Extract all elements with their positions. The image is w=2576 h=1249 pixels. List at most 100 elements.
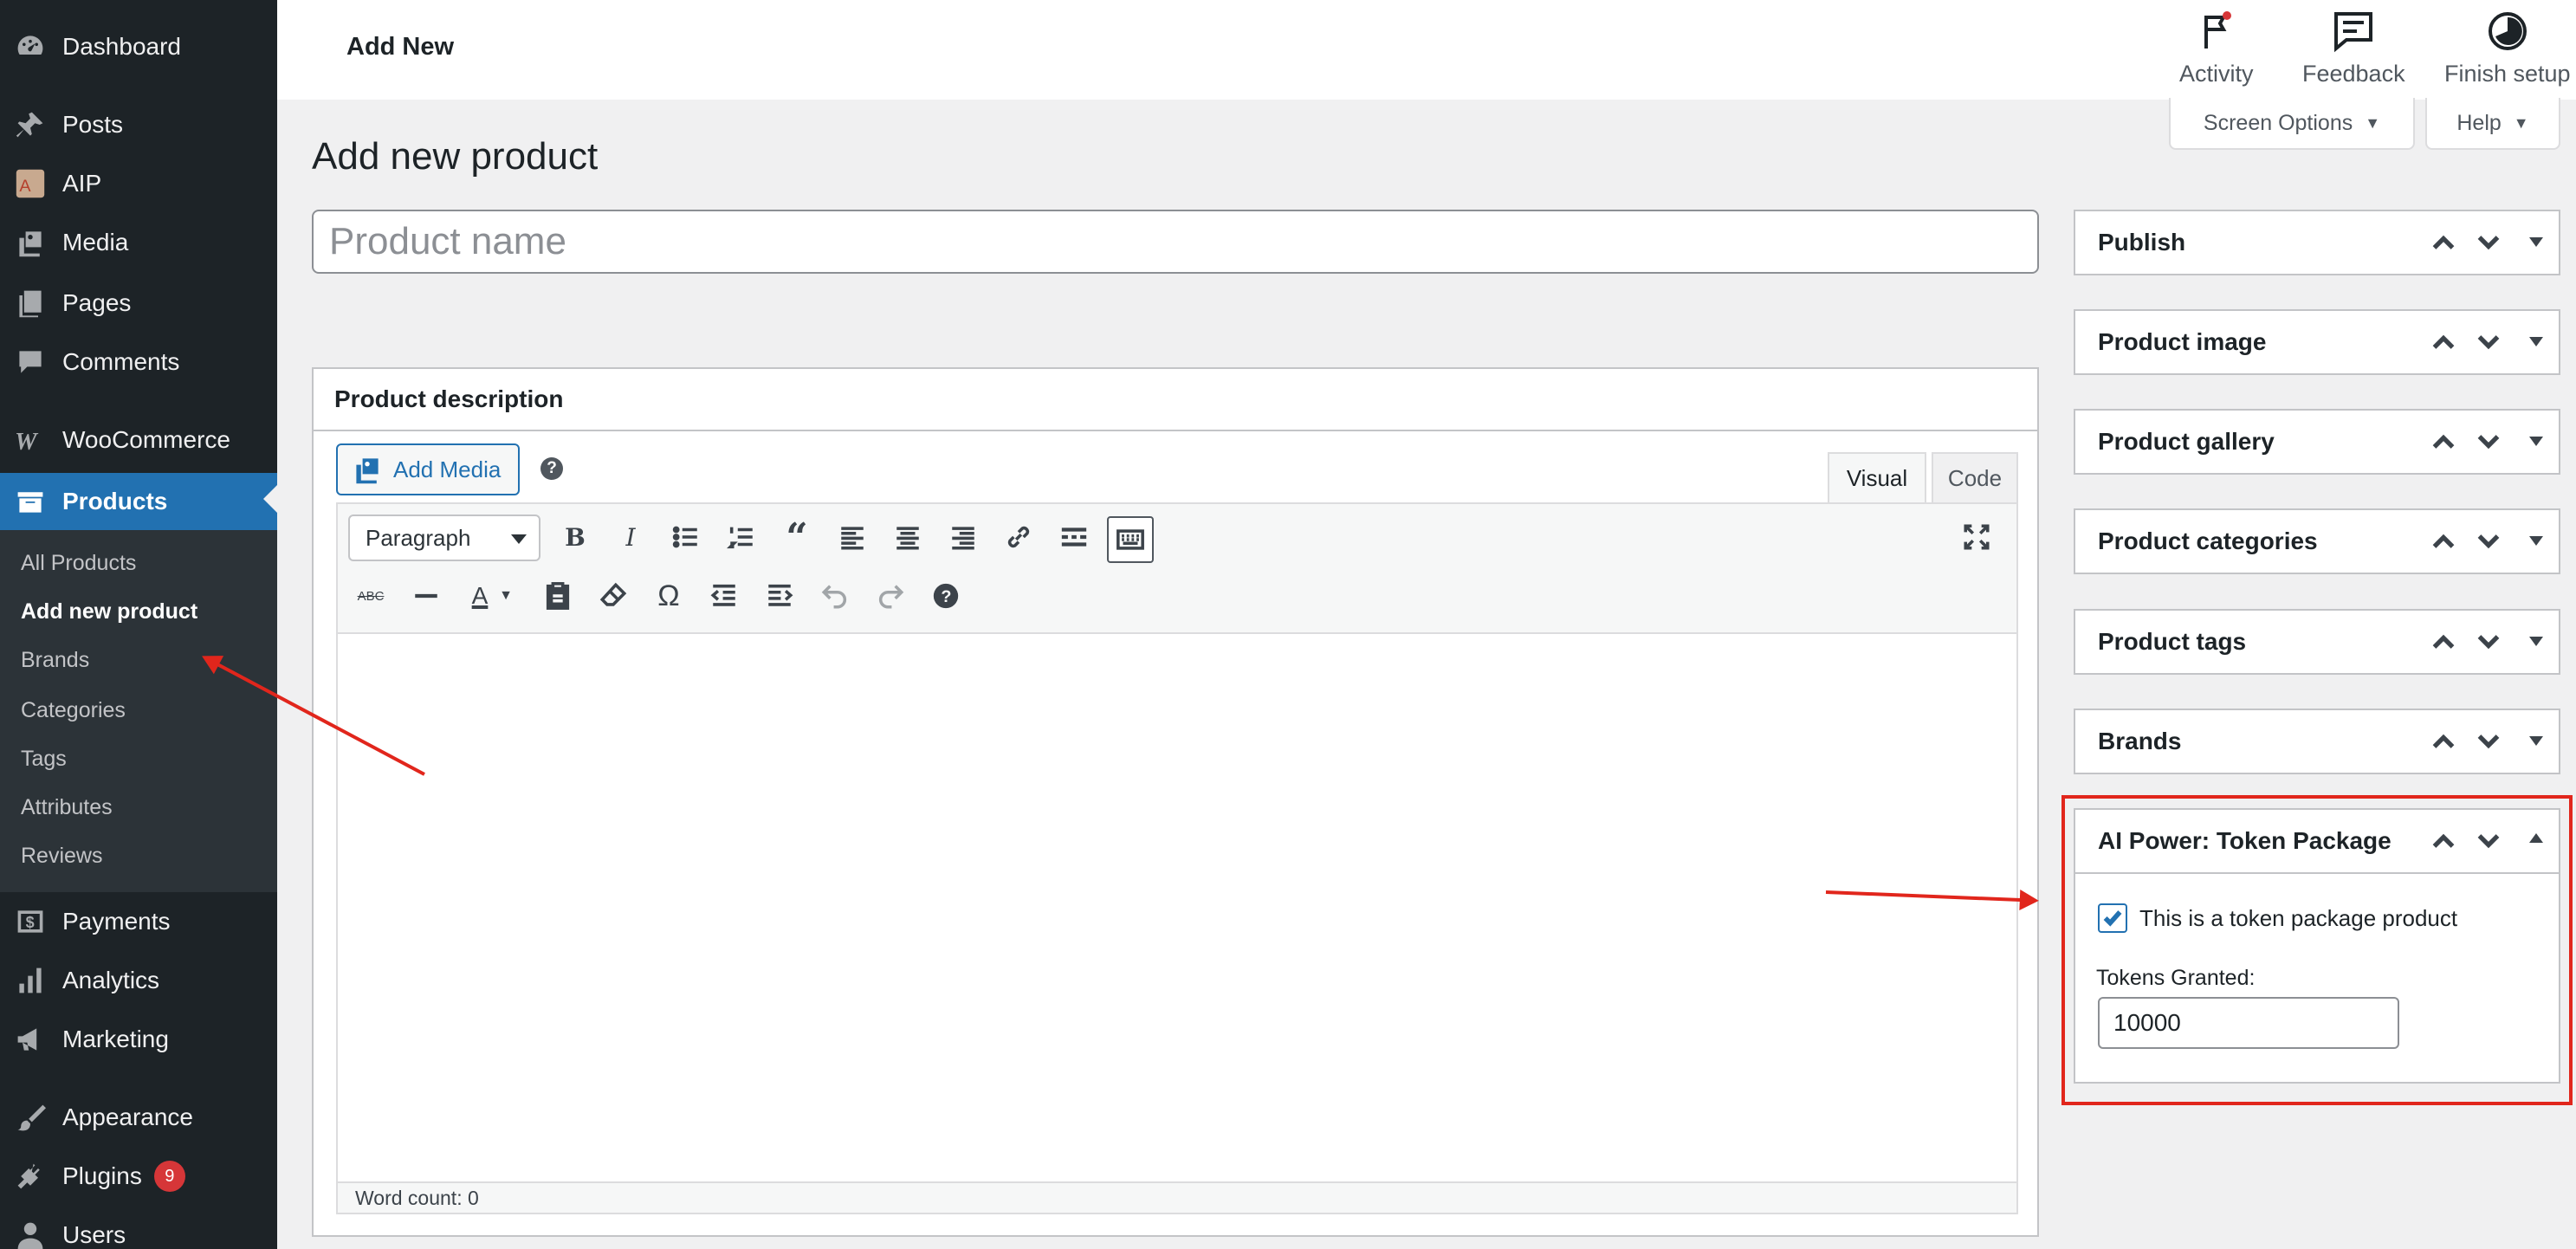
activity-label: Activity [2179,61,2254,87]
format-select[interactable]: Paragraph [348,514,540,561]
finish-setup-button[interactable]: Finish setup [2444,9,2571,87]
product-name-input[interactable] [314,211,2037,272]
indent-icon[interactable] [759,575,800,617]
plugins-update-badge: 9 [153,1161,185,1192]
toggle-panel-icon[interactable] [2529,736,2543,753]
submenu-item-brands[interactable]: Brands [21,648,89,673]
move-up-icon[interactable] [2430,311,2456,373]
users-icon [14,1219,47,1249]
product-image-box[interactable]: Product image [2074,309,2560,375]
outdent-icon[interactable] [703,575,745,617]
toggle-panel-icon[interactable] [2529,337,2543,353]
italic-icon[interactable]: I [610,516,651,558]
sidebar-item-label: Marketing [62,1026,169,1052]
analytics-icon [14,964,47,997]
move-down-icon[interactable] [2476,411,2502,473]
woocommerce-icon: W [14,424,47,456]
finish-setup-label: Finish setup [2444,61,2571,87]
horizontal-line-icon[interactable] [405,575,447,617]
bullet-list-icon[interactable] [665,516,707,558]
publish-box[interactable]: Publish [2074,210,2560,275]
activity-button[interactable]: Activity [2179,9,2254,87]
strikethrough-icon[interactable]: ABC [350,575,392,617]
product-tags-box-title: Product tags [2098,628,2247,655]
product-description-heading: Product description [314,369,2037,431]
feedback-button[interactable]: Feedback [2302,9,2405,87]
sidebar-item-marketing[interactable]: Marketing [0,1013,277,1065]
sidebar-item-plugins[interactable]: Plugins 9 [0,1150,277,1202]
move-down-icon[interactable] [2476,311,2502,373]
toggle-panel-icon[interactable] [2529,437,2543,453]
caret-down-icon[interactable]: ▼ [494,575,518,617]
products-icon [14,485,47,518]
sidebar-item-products[interactable]: Products [0,473,277,530]
toggle-panel-icon[interactable] [2529,237,2543,254]
blockquote-icon[interactable]: “ [776,515,818,560]
toggle-panel-icon[interactable] [2529,637,2543,653]
move-down-icon[interactable] [2476,211,2502,274]
align-right-icon[interactable] [942,516,984,558]
toolbar-toggle-icon[interactable] [1107,516,1154,563]
sidebar-item-comments[interactable]: Comments [0,336,277,388]
move-down-icon[interactable] [2476,710,2502,773]
undo-icon[interactable] [814,575,856,617]
comment-icon [14,346,47,379]
product-tags-box[interactable]: Product tags [2074,609,2560,675]
sidebar-item-posts[interactable]: Posts [0,99,277,151]
sidebar-item-woocommerce[interactable]: W WooCommerce [0,414,277,466]
screen-options-button[interactable]: Screen Options ▼ [2169,98,2415,150]
move-up-icon[interactable] [2430,411,2456,473]
add-media-icon [356,458,379,484]
brands-box[interactable]: Brands [2074,709,2560,774]
media-icon [14,226,47,259]
add-media-button[interactable]: Add Media [336,443,520,495]
help-icon[interactable]: ? [540,457,563,480]
numbered-list-icon[interactable] [721,516,762,558]
help-button[interactable]: Help ▼ [2425,98,2560,150]
sidebar-item-media[interactable]: Media [0,217,277,269]
tab-code[interactable]: Code [1932,452,2018,504]
submenu-item-all-products[interactable]: All Products [21,551,136,576]
align-center-icon[interactable] [887,516,929,558]
move-up-icon[interactable] [2430,611,2456,673]
keyboard-shortcuts-icon[interactable]: ? [925,575,967,617]
tab-visual[interactable]: Visual [1828,452,1926,504]
align-left-icon[interactable] [832,516,873,558]
sidebar-item-label: WooCommerce [62,426,230,453]
page-title: Add new product [312,135,599,178]
sidebar-item-payments[interactable]: $ Payments [0,896,277,948]
read-more-icon[interactable] [1053,516,1095,558]
clear-formatting-icon[interactable] [592,575,634,617]
link-icon[interactable] [998,516,1039,558]
submenu-item-attributes[interactable]: Attributes [21,795,113,820]
product-gallery-box-title: Product gallery [2098,428,2275,455]
bold-icon[interactable]: B [554,516,596,558]
move-down-icon[interactable] [2476,611,2502,673]
submenu-item-tags[interactable]: Tags [21,747,67,772]
move-up-icon[interactable] [2430,211,2456,274]
product-name-field[interactable] [312,210,2039,274]
submenu-item-add-new-product[interactable]: Add new product [21,599,197,624]
toggle-panel-icon[interactable] [2529,536,2543,553]
move-down-icon[interactable] [2476,510,2502,573]
submenu-item-reviews[interactable]: Reviews [21,844,102,869]
product-gallery-box[interactable]: Product gallery [2074,409,2560,475]
sidebar-item-users[interactable]: Users [0,1209,277,1249]
product-categories-box[interactable]: Product categories [2074,508,2560,574]
sidebar-item-dashboard[interactable]: Dashboard [0,21,277,73]
fullscreen-icon[interactable] [1956,516,1997,558]
sidebar-item-aip[interactable]: A AIP [0,158,277,210]
sidebar-item-pages[interactable]: Pages [0,277,277,329]
paste-text-icon[interactable] [537,575,579,617]
special-character-icon[interactable]: Ω [648,575,689,617]
submenu-item-categories[interactable]: Categories [21,698,126,723]
move-up-icon[interactable] [2430,710,2456,773]
sidebar-item-analytics[interactable]: Analytics [0,955,277,1006]
redo-icon[interactable] [870,575,911,617]
sidebar-item-appearance[interactable]: Appearance [0,1091,277,1143]
caret-down-icon: ▼ [2513,113,2529,132]
add-media-label: Add Media [393,456,502,482]
move-up-icon[interactable] [2430,510,2456,573]
editor-area: Paragraph B I “ ABC A ▼ Ω ? Word count: … [336,502,2018,1214]
header-title: Add New [346,33,455,61]
